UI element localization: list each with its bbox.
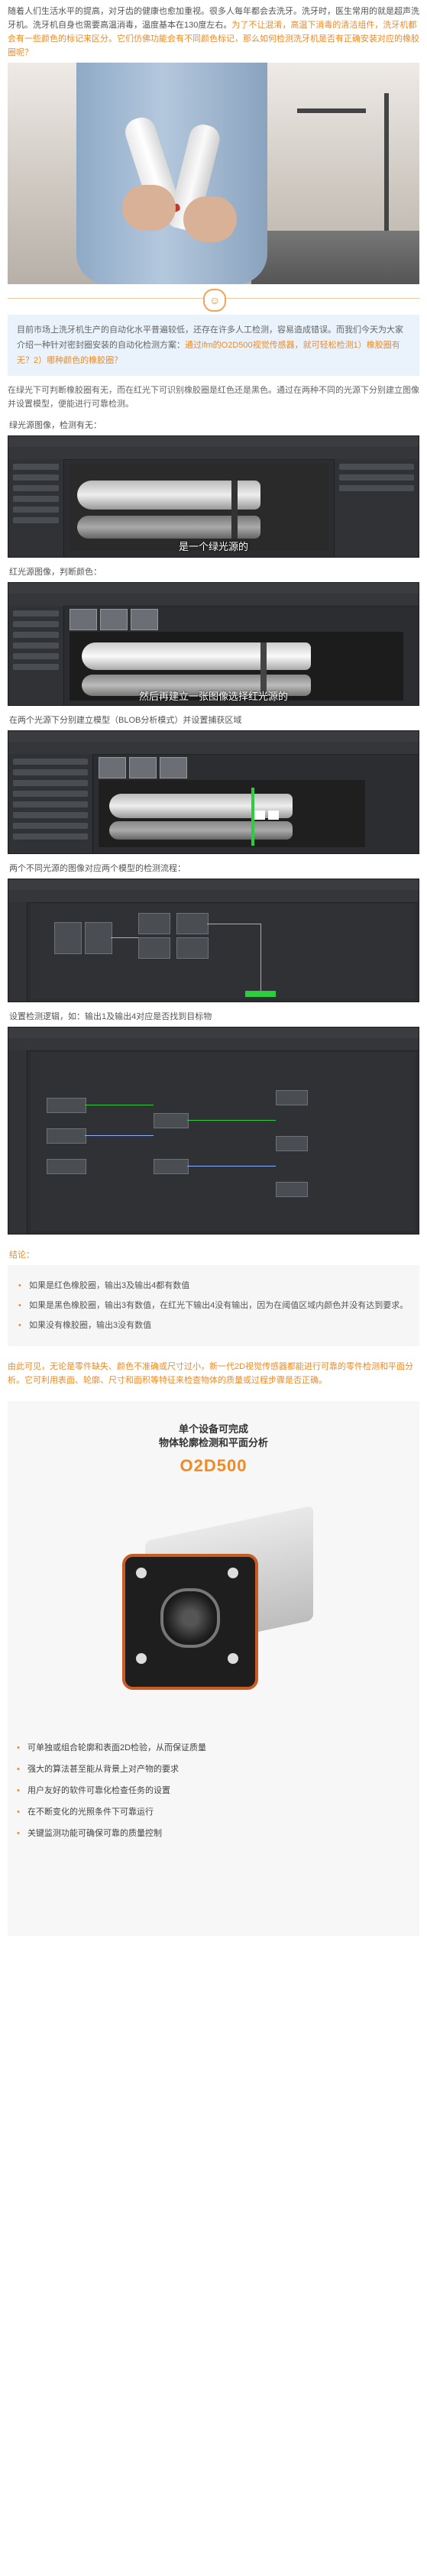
step4-caption: 两个不同光源的图像对应两个模型的检测流程： [9,864,186,873]
green-light-screenshot: 是一个绿光源的 [8,435,419,558]
step3-caption: 在两个光源下分别建立模型（BLOB分析模式）并设置捕获区域 [9,716,242,725]
method-paragraph: 在绿光下可判断橡胶圈有无，而在红光下可识别橡胶圈是红色还是黑色。通过在两种不同的… [8,386,419,409]
red-light-screenshot: 然后再建立一张图像选择红光源的 [8,582,419,706]
feature-item: • 关键监测功能可确保可靠的质量控制 [17,1829,162,1838]
list-item: • 如果没有橡胶圈，输出3没有数值 [18,1321,152,1330]
article: 随着人们生活水平的提高，对牙齿的健康也愈加重视。很多人每年都会去洗牙。洗牙时，医… [0,5,427,2576]
feature-item: • 用户友好的软件可靠化检查任务的设置 [17,1786,170,1795]
product-model: O2D500 [180,1456,247,1475]
intro-paragraph: 随着人们生活水平的提高，对牙齿的健康也愈加重视。很多人每年都会去洗牙。洗牙时，医… [0,5,427,60]
step1-subtitle: 是一个绿光源的 [178,541,248,552]
info-box: 目前市场上洗牙机生产的自动化水平普遍较低，还存在许多人工检测，容易造成错误。而我… [8,315,419,376]
conclusion-list: • 如果是红色橡胶圈，输出3及输出4都有数值 • 如果是黑色橡胶圈，输出3有数值，在… [8,1265,419,1346]
product-line2: 物体轮廓检测和平面分析 [158,1437,268,1448]
flow-screenshot [8,879,419,1002]
smiley-icon: ☺ [203,289,226,312]
feature-item: • 可单独或组合轮廓和表面2D检验，从而保证质量 [17,1743,207,1752]
list-item: • 如果是红色橡胶圈，输出3及输出4都有数值 [18,1281,190,1290]
product-line1: 单个设备可完成 [178,1423,248,1435]
hero-photo [8,63,419,284]
feature-item: • 在不断变化的光照条件下可靠运行 [17,1807,154,1817]
product-section: 单个设备可完成 物体轮廓检测和平面分析 O2D500 • 可单独或组合轮廓和表面2… [8,1401,419,1936]
step5-caption: 设置检测逻辑，如：输出1及输出4对应是否找到目标物 [9,1012,212,1021]
model-setup-screenshot [8,730,419,854]
section-divider: ☺ [0,284,427,315]
sensor-image [99,1493,328,1722]
step1-caption: 绿光源图像，检测有无： [9,421,102,430]
step2-subtitle: 然后再建立一张图像选择红光源的 [138,691,288,702]
summary-paragraph: 由此可见，无论是零件缺失、颜色不准确或尺寸过小，新一代2D视觉传感器都能进行可靠… [8,1362,414,1385]
conclusion-title: 结论： [9,1251,34,1260]
logic-screenshot [8,1027,419,1235]
step2-caption: 红光源图像，判断颜色： [9,568,102,577]
list-item: • 如果是黑色橡胶圈，输出3有数值，在红光下输出4没有输出，因为在阈值区域内颜色并… [18,1301,409,1310]
feature-item: • 强大的算法甚至能从背景上对产物的要求 [17,1765,179,1774]
